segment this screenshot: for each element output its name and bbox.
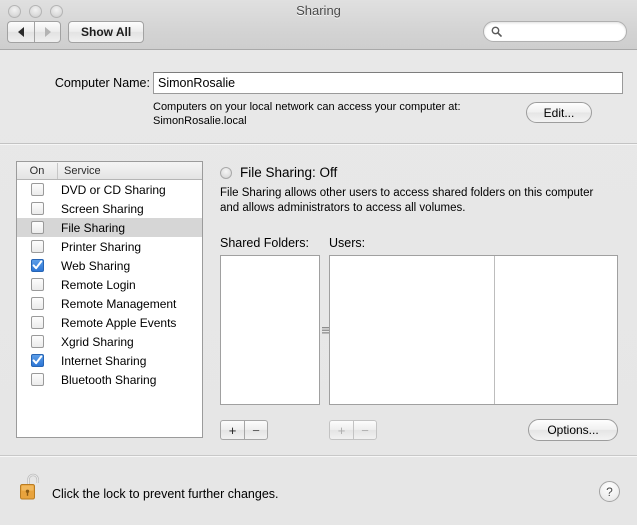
service-checkbox-cell [17, 373, 57, 386]
service-checkbox-cell [17, 221, 57, 234]
service-checkbox[interactable] [30, 240, 44, 253]
service-checkbox-cell [17, 278, 57, 291]
service-name-label: Remote Management [61, 296, 177, 311]
service-row-file-sharing[interactable]: File Sharing [17, 218, 202, 237]
service-checkbox[interactable] [30, 202, 44, 215]
show-all-button[interactable]: Show All [68, 21, 145, 43]
add-user-button[interactable]: + [329, 420, 353, 440]
search-icon [491, 26, 502, 37]
service-name-label: Bluetooth Sharing [61, 372, 157, 387]
users-list[interactable] [329, 255, 618, 405]
computer-name-label: Computer Name: [54, 76, 150, 90]
service-status: File Sharing: Off [220, 165, 337, 180]
services-rows: DVD or CD Sharing Screen Sharing File Shar… [17, 180, 202, 389]
service-row-xgrid-sharing[interactable]: Xgrid Sharing [17, 332, 202, 351]
services-list-header: On Service [17, 162, 202, 180]
remove-shared-folder-button[interactable]: − [244, 420, 268, 440]
service-checkbox-cell [17, 183, 57, 196]
column-header-on: On [17, 162, 58, 179]
service-status-title: File Sharing: Off [240, 165, 338, 180]
service-checkbox[interactable] [30, 354, 44, 367]
status-indicator-icon [220, 166, 232, 179]
service-checkbox[interactable] [30, 373, 44, 386]
service-name-label: File Sharing [61, 220, 126, 235]
service-checkbox-cell [17, 259, 57, 272]
service-name-label: Printer Sharing [61, 239, 142, 254]
computer-name-help: Computers on your local network can acce… [153, 100, 513, 128]
service-checkbox-cell [17, 202, 57, 215]
local-network-text: Computers on your local network can acce… [153, 101, 461, 113]
service-row-remote-apple-events[interactable]: Remote Apple Events [17, 313, 202, 332]
users-permission-column [495, 256, 617, 404]
shared-folders-label: Shared Folders: [220, 236, 309, 250]
service-row-web-sharing[interactable]: Web Sharing [17, 256, 202, 275]
users-label: Users: [329, 236, 366, 250]
shared-folders-add-remove: + − [220, 420, 268, 440]
service-checkbox[interactable] [30, 183, 44, 196]
service-name-label: Web Sharing [61, 258, 131, 273]
search-field[interactable] [483, 21, 627, 42]
back-button[interactable] [7, 21, 34, 43]
services-list[interactable]: On Service DVD or CD Sharing Screen Shari… [16, 161, 203, 438]
service-name-label: Remote Apple Events [61, 315, 177, 330]
service-row-remote-login[interactable]: Remote Login [17, 275, 202, 294]
service-row-bluetooth-sharing[interactable]: Bluetooth Sharing [17, 370, 202, 389]
search-input[interactable] [506, 24, 620, 39]
unlocked-padlock-icon[interactable] [19, 471, 45, 501]
service-checkbox-cell [17, 297, 57, 310]
service-checkbox[interactable] [30, 259, 44, 272]
users-name-column [330, 256, 495, 404]
service-name-label: Screen Sharing [61, 201, 144, 216]
service-name-label: DVD or CD Sharing [61, 182, 166, 197]
service-row-internet-sharing[interactable]: Internet Sharing [17, 351, 202, 370]
bottom-divider [0, 455, 637, 457]
local-hostname: SimonRosalie.local [153, 115, 247, 127]
service-checkbox-cell [17, 354, 57, 367]
service-row-remote-management[interactable]: Remote Management [17, 294, 202, 313]
forward-button[interactable] [34, 21, 61, 43]
computer-name-input[interactable] [153, 72, 623, 94]
add-shared-folder-button[interactable]: + [220, 420, 244, 440]
window-title: Sharing [296, 3, 341, 18]
service-checkbox[interactable] [30, 221, 44, 234]
remove-user-button[interactable]: − [353, 420, 377, 440]
edit-button[interactable]: Edit... [526, 102, 592, 123]
sharing-preferences-window: Sharing Show All Computer Name: Comp [0, 0, 637, 525]
navigation-buttons [7, 21, 61, 43]
service-checkbox-cell [17, 240, 57, 253]
service-row-screen-sharing[interactable]: Screen Sharing [17, 199, 202, 218]
service-name-label: Internet Sharing [61, 353, 147, 368]
users-add-remove: + − [329, 420, 377, 440]
service-checkbox[interactable] [30, 335, 44, 348]
titlebar: Sharing Show All [0, 0, 637, 50]
top-divider [0, 143, 637, 145]
service-row-dvd-or-cd-sharing[interactable]: DVD or CD Sharing [17, 180, 202, 199]
shared-folders-list[interactable] [220, 255, 320, 405]
lock-instruction-text: Click the lock to prevent further change… [52, 487, 279, 501]
service-name-label: Remote Login [61, 277, 136, 292]
service-description: File Sharing allows other users to acces… [220, 187, 594, 214]
forward-arrow-icon [44, 27, 51, 37]
service-checkbox-cell [17, 316, 57, 329]
options-button[interactable]: Options... [528, 419, 618, 441]
checkmark-icon [32, 260, 42, 270]
back-arrow-icon [18, 27, 24, 37]
service-checkbox[interactable] [30, 297, 44, 310]
checkmark-icon [32, 355, 42, 365]
help-button[interactable]: ? [599, 481, 620, 502]
service-checkbox[interactable] [30, 316, 44, 329]
service-name-label: Xgrid Sharing [61, 334, 134, 349]
service-row-printer-sharing[interactable]: Printer Sharing [17, 237, 202, 256]
column-header-service: Service [64, 164, 101, 177]
resize-grip-icon[interactable] [321, 326, 329, 335]
service-checkbox-cell [17, 335, 57, 348]
service-checkbox[interactable] [30, 278, 44, 291]
